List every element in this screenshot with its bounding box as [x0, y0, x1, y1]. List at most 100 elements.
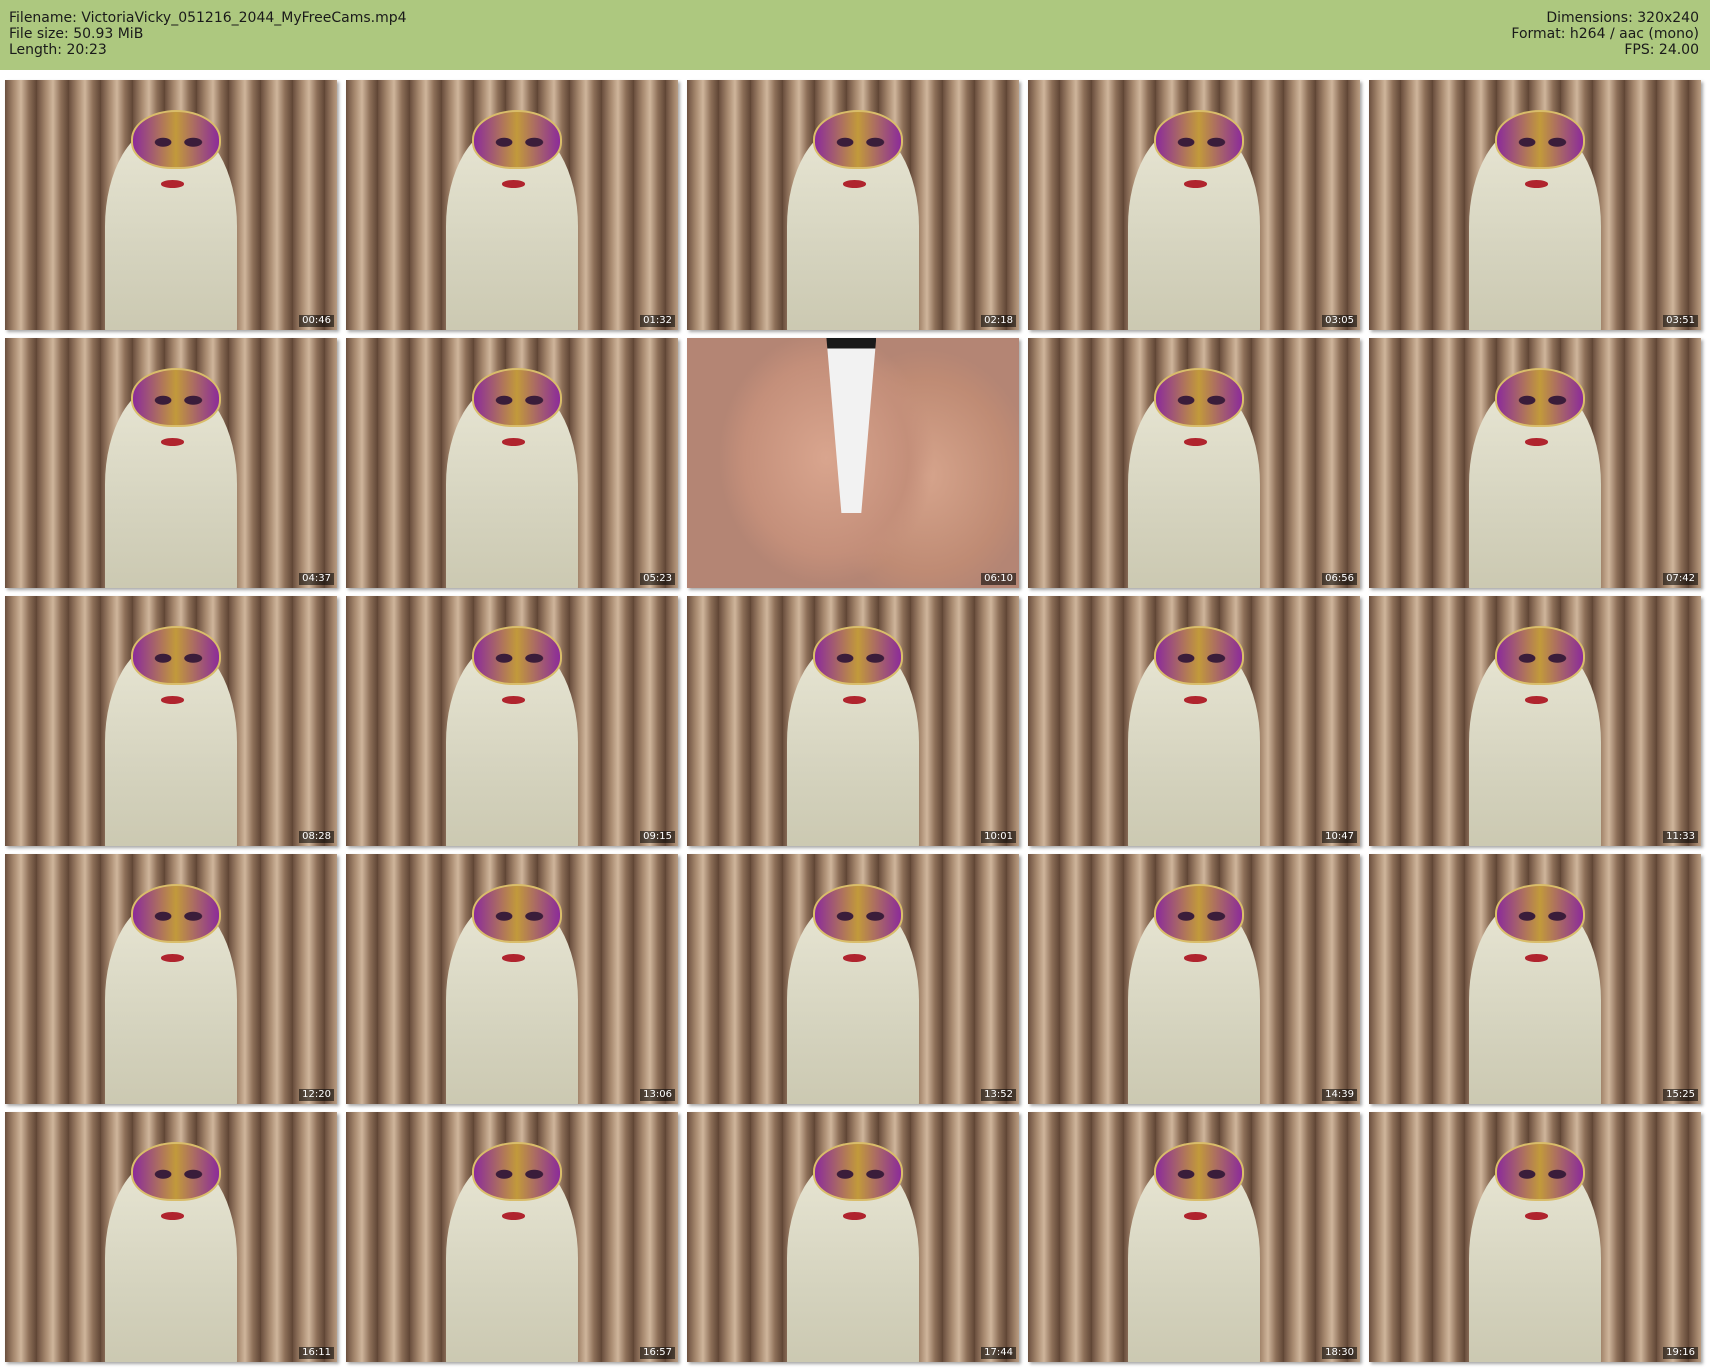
frame-detail: [161, 180, 185, 188]
filesize-label: File size:: [9, 26, 69, 42]
frame-detail: [1525, 954, 1549, 962]
thumbnail-timestamp: 04:37: [299, 573, 334, 585]
frame-detail: [1184, 438, 1208, 446]
masquerade-mask-image: [472, 884, 563, 943]
frame-detail: [843, 696, 867, 704]
video-thumbnail: 07:42: [1369, 338, 1701, 588]
masquerade-mask-image: [472, 626, 563, 685]
length-label: Length:: [9, 42, 63, 58]
fps-row: FPS: 24.00: [1511, 42, 1699, 58]
filesize-value: 50.93 MiB: [73, 26, 144, 42]
masquerade-mask-image: [131, 626, 222, 685]
thumbnail-timestamp: 13:52: [981, 1089, 1016, 1101]
file-info-right: Dimensions: 320x240 Format: h264 / aac (…: [1511, 10, 1699, 58]
fps-value: 24.00: [1658, 42, 1699, 58]
video-thumbnail: 10:47: [1028, 596, 1360, 846]
thumbnail-timestamp: 06:56: [1322, 573, 1357, 585]
frame-detail: [502, 954, 526, 962]
masquerade-mask-image: [1154, 626, 1245, 685]
video-thumbnail: 11:33: [1369, 596, 1701, 846]
dimensions-label: Dimensions:: [1546, 10, 1633, 26]
frame-detail: [161, 954, 185, 962]
format-label: Format:: [1511, 26, 1566, 42]
masquerade-mask-image: [1495, 110, 1586, 169]
thumbnail-timestamp: 15:25: [1663, 1089, 1698, 1101]
frame-detail: [843, 180, 867, 188]
masquerade-mask-image: [1495, 626, 1586, 685]
video-thumbnail: 06:56: [1028, 338, 1360, 588]
frame-detail: [1525, 1212, 1549, 1220]
thumbnail-timestamp: 00:46: [299, 315, 334, 327]
thumbnail-timestamp: 03:05: [1322, 315, 1357, 327]
video-thumbnail: 13:52: [687, 854, 1019, 1104]
frame-detail: [1184, 1212, 1208, 1220]
frame-detail: [1525, 696, 1549, 704]
frame-content: [826, 338, 877, 513]
frame-detail: [502, 696, 526, 704]
video-thumbnail: 16:57: [346, 1112, 678, 1362]
thumbnail-timestamp: 19:16: [1663, 1347, 1698, 1359]
frame-detail: [161, 1212, 185, 1220]
masquerade-mask-image: [1154, 110, 1245, 169]
video-thumbnail: 08:28: [5, 596, 337, 846]
masquerade-mask-image: [472, 110, 563, 169]
masquerade-mask-image: [1495, 1142, 1586, 1201]
file-info-left: Filename: VictoriaVicky_051216_2044_MyFr…: [9, 10, 407, 58]
video-thumbnail: 04:37: [5, 338, 337, 588]
frame-detail: [1184, 180, 1208, 188]
video-thumbnail: 05:23: [346, 338, 678, 588]
frame-detail: [843, 954, 867, 962]
thumbnail-timestamp: 13:06: [640, 1089, 675, 1101]
frame-detail: [502, 180, 526, 188]
video-thumbnail: 06:10: [687, 338, 1019, 588]
video-thumbnail: 09:15: [346, 596, 678, 846]
frame-detail: [1525, 180, 1549, 188]
video-thumbnail: 19:16: [1369, 1112, 1701, 1362]
video-thumbnail: 03:51: [1369, 80, 1701, 330]
thumbnail-timestamp: 11:33: [1663, 831, 1698, 843]
video-thumbnail: 01:32: [346, 80, 678, 330]
thumbnail-timestamp: 12:20: [299, 1089, 334, 1101]
thumbnail-timestamp: 16:57: [640, 1347, 675, 1359]
thumbnail-timestamp: 05:23: [640, 573, 675, 585]
length-row: Length: 20:23: [9, 42, 407, 58]
frame-detail: [1525, 438, 1549, 446]
filename-value: VictoriaVicky_051216_2044_MyFreeCams.mp4: [81, 10, 407, 26]
masquerade-mask-image: [813, 110, 904, 169]
frame-detail: [502, 1212, 526, 1220]
thumbnail-timestamp: 16:11: [299, 1347, 334, 1359]
frame-detail: [161, 696, 185, 704]
format-row: Format: h264 / aac (mono): [1511, 26, 1699, 42]
video-thumbnail: 10:01: [687, 596, 1019, 846]
thumbnail-grid: 00:46 01:32 02:18 03:05 03:51 04:37 05:23 06:10…: [5, 80, 1705, 1365]
thumbnail-timestamp: 02:18: [981, 315, 1016, 327]
video-thumbnail: 16:11: [5, 1112, 337, 1362]
thumbnail-timestamp: 17:44: [981, 1347, 1016, 1359]
frame-detail: [1184, 696, 1208, 704]
thumbnail-timestamp: 01:32: [640, 315, 675, 327]
masquerade-mask-image: [1154, 1142, 1245, 1201]
masquerade-mask-image: [131, 1142, 222, 1201]
video-thumbnail: 02:18: [687, 80, 1019, 330]
thumbnail-timestamp: 10:47: [1322, 831, 1357, 843]
filename-label: Filename:: [9, 10, 77, 26]
thumbnail-timestamp: 06:10: [981, 573, 1016, 585]
thumbnail-timestamp: 08:28: [299, 831, 334, 843]
masquerade-mask-image: [131, 110, 222, 169]
dimensions-value: 320x240: [1637, 10, 1699, 26]
masquerade-mask-image: [1154, 884, 1245, 943]
thumbnail-timestamp: 14:39: [1322, 1089, 1357, 1101]
thumbnail-timestamp: 07:42: [1663, 573, 1698, 585]
video-thumbnail: 03:05: [1028, 80, 1360, 330]
frame-detail: [1184, 954, 1208, 962]
masquerade-mask-image: [813, 626, 904, 685]
masquerade-mask-image: [813, 884, 904, 943]
video-thumbnail: 18:30: [1028, 1112, 1360, 1362]
filename-row: Filename: VictoriaVicky_051216_2044_MyFr…: [9, 10, 407, 26]
thumbnail-timestamp: 03:51: [1663, 315, 1698, 327]
masquerade-mask-image: [472, 368, 563, 427]
frame-detail: [843, 1212, 867, 1220]
format-value: h264 / aac (mono): [1569, 26, 1699, 42]
dimensions-row: Dimensions: 320x240: [1511, 10, 1699, 26]
filesize-row: File size: 50.93 MiB: [9, 26, 407, 42]
